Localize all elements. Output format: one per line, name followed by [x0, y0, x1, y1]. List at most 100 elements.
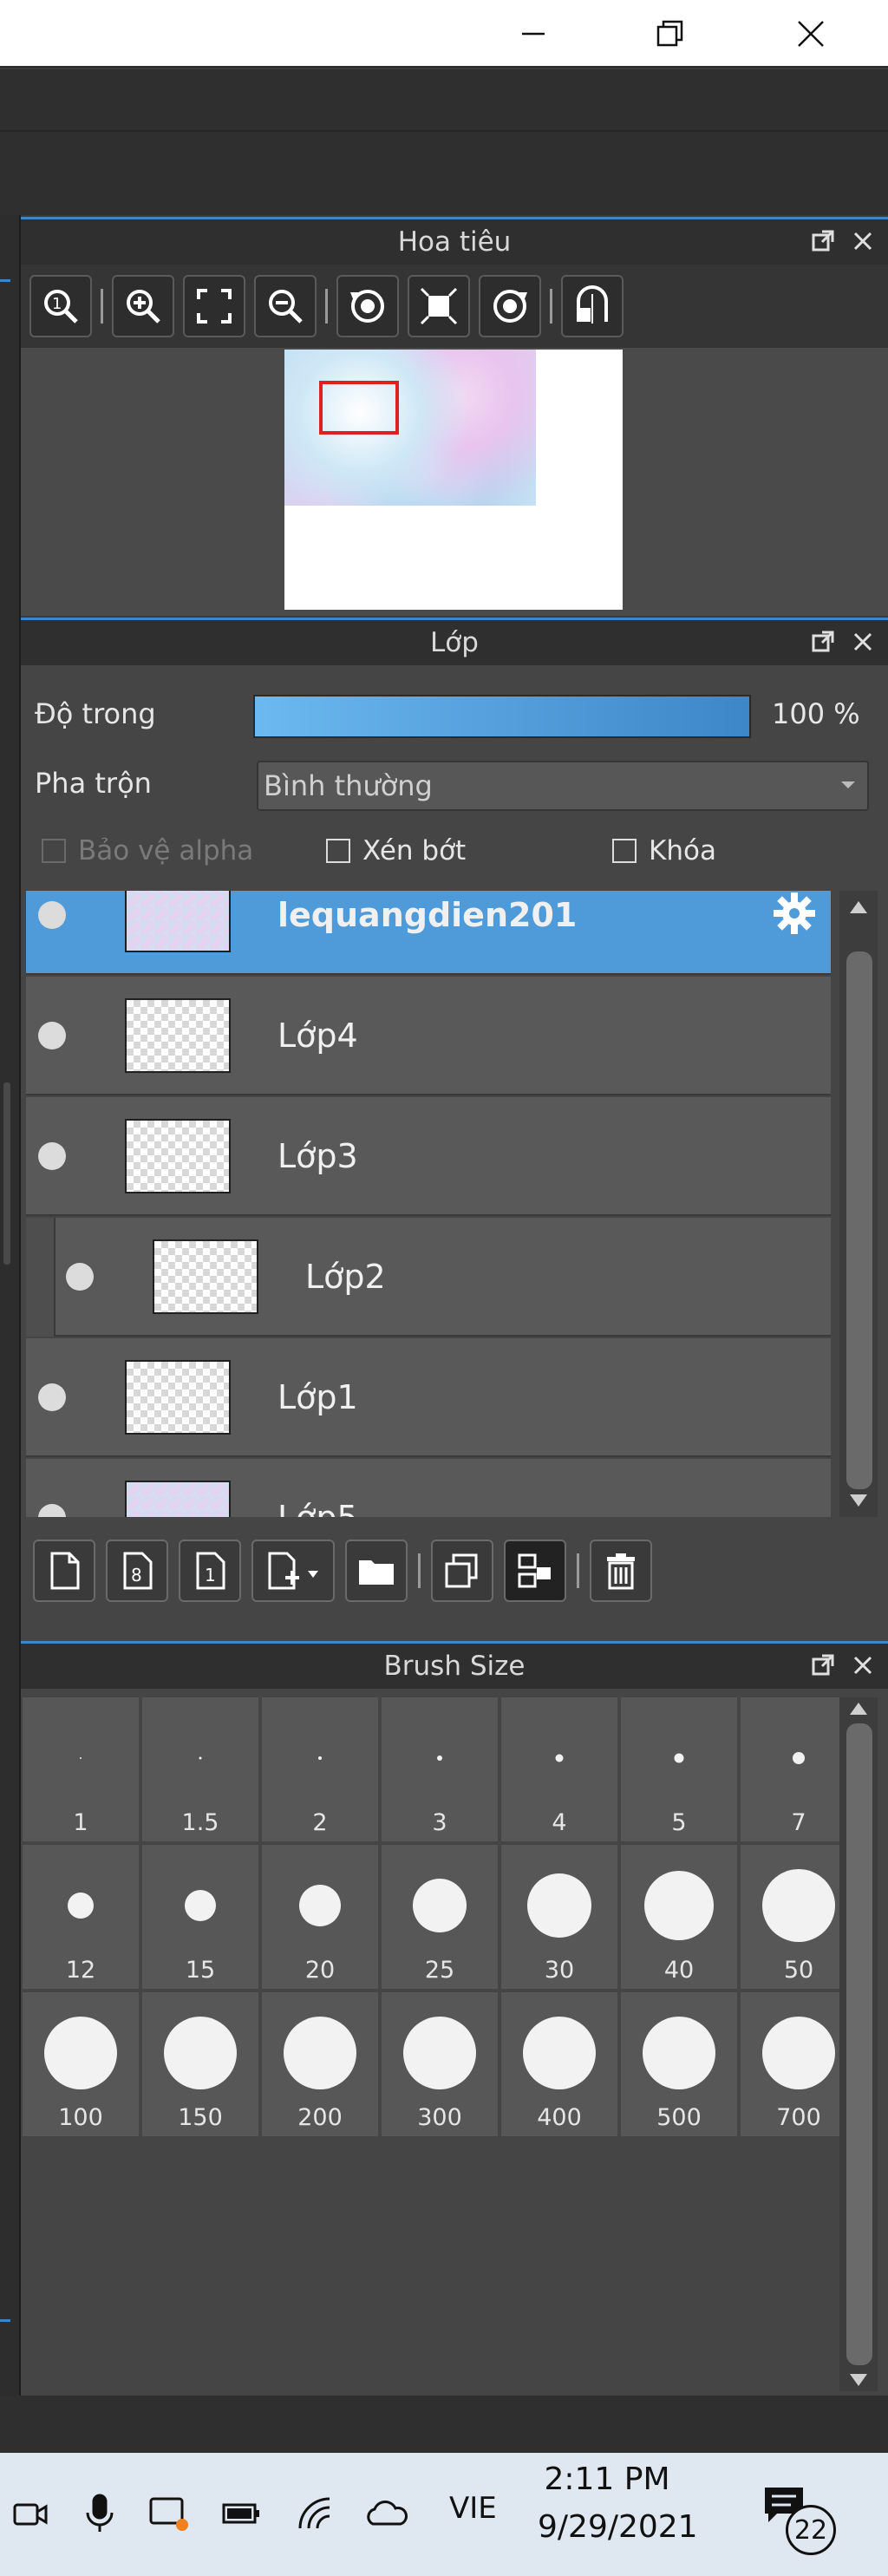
clipping-checkbox[interactable]: Xén bớt: [326, 835, 466, 866]
brush-size-cell[interactable]: 20: [262, 1845, 378, 1989]
layers-panel: Lớp Độ trong 100 % Pha trộn Bình thường …: [21, 618, 888, 1641]
zoom-out-button[interactable]: [254, 275, 317, 337]
brush-size-cell[interactable]: 200: [262, 1992, 378, 2136]
visibility-icon[interactable]: [38, 1503, 66, 1517]
navigator-header: Hoa tiêu: [21, 219, 888, 265]
layer-item[interactable]: Lớp4: [26, 977, 831, 1095]
brush-size-cell[interactable]: 2: [262, 1697, 378, 1841]
close-panel-icon[interactable]: [850, 228, 876, 254]
delete-layer-button[interactable]: [590, 1540, 652, 1602]
fit-screen-button[interactable]: [183, 275, 245, 337]
brush-size-cell[interactable]: 12: [23, 1845, 139, 1989]
brush-size-cell[interactable]: 15: [142, 1845, 258, 1989]
brush-size-cell[interactable]: 300: [382, 1992, 498, 2136]
brush-size-cell[interactable]: 400: [501, 1992, 617, 2136]
duplicate-layer-button[interactable]: [431, 1540, 493, 1602]
brush-size-label: 4: [552, 1809, 567, 1836]
visibility-icon[interactable]: [38, 900, 66, 929]
navigator-view[interactable]: [21, 348, 888, 616]
lock-checkbox[interactable]: Khóa: [612, 835, 716, 866]
input-language[interactable]: VIE: [449, 2491, 497, 2526]
onedrive-button[interactable]: [362, 2488, 409, 2540]
visibility-icon[interactable]: [38, 1021, 66, 1049]
brush-size-cell[interactable]: 150: [142, 1992, 258, 2136]
microphone-button[interactable]: [76, 2488, 123, 2540]
brush-size-cell[interactable]: 5: [621, 1697, 737, 1841]
brush-size-cell[interactable]: 4: [501, 1697, 617, 1841]
close-window-button[interactable]: [774, 0, 848, 68]
viewport-rectangle[interactable]: [319, 381, 399, 435]
popout-icon[interactable]: [810, 228, 836, 254]
clock[interactable]: 2:11 PM 9/29/2021: [538, 2462, 698, 2545]
wifi-button[interactable]: [293, 2488, 340, 2540]
scrollbar-thumb[interactable]: [846, 1723, 872, 2365]
battery-button[interactable]: [219, 2488, 265, 2540]
visibility-icon[interactable]: [38, 1383, 66, 1411]
checkbox-box: [326, 839, 350, 863]
rotate-right-button[interactable]: [479, 275, 541, 337]
layer-item[interactable]: Lớp3: [26, 1097, 831, 1216]
protect-alpha-checkbox[interactable]: Bảo vệ alpha: [42, 835, 253, 866]
brush-size-cell[interactable]: 1: [23, 1697, 139, 1841]
visibility-icon[interactable]: [66, 1262, 94, 1291]
scroll-down-icon[interactable]: [850, 1494, 867, 1507]
scrollbar-thumb[interactable]: [846, 951, 872, 1489]
brush-dot-icon: [299, 1885, 341, 1926]
brush-size-cell[interactable]: 3: [382, 1697, 498, 1841]
new-folder-button[interactable]: [345, 1540, 408, 1602]
popout-icon[interactable]: [810, 1652, 836, 1678]
layer-list: lequangdien201 Lớp4 Lớp3 Lớp2 Lớp1: [26, 891, 841, 1517]
brush-size-cell[interactable]: 1.5: [142, 1697, 258, 1841]
screen-share-button[interactable]: [146, 2488, 193, 2540]
scroll-up-icon[interactable]: [850, 1703, 867, 1715]
popout-icon[interactable]: [810, 629, 836, 655]
zoom-in-button[interactable]: [112, 275, 174, 337]
layer-item-selected[interactable]: lequangdien201: [26, 891, 831, 975]
blend-mode-select[interactable]: Bình thường: [257, 761, 869, 811]
zoom-actual-button[interactable]: 1: [29, 275, 92, 337]
svg-text:8: 8: [131, 1565, 142, 1585]
checkbox-box: [612, 839, 637, 863]
status-area: [0, 2396, 888, 2453]
layers-header: Lớp: [21, 620, 888, 665]
restore-icon: [656, 20, 683, 47]
meet-now-button[interactable]: [7, 2488, 54, 2540]
rotate-left-button[interactable]: [336, 275, 399, 337]
flip-horizontal-button[interactable]: [561, 275, 624, 337]
opacity-slider[interactable]: [253, 695, 751, 738]
brush-size-cell[interactable]: 40: [621, 1845, 737, 1989]
restore-button[interactable]: [633, 0, 708, 68]
layer-item-clipped[interactable]: Lớp2: [26, 1218, 831, 1337]
canvas-thumbnail: [284, 350, 536, 506]
brush-scrollbar[interactable]: [839, 1697, 878, 2391]
brush-size-cell[interactable]: 100: [23, 1992, 139, 2136]
layer-item[interactable]: Lớp5: [26, 1459, 831, 1517]
layer-name: Lớp4: [278, 1016, 358, 1055]
visibility-icon[interactable]: [38, 1141, 66, 1170]
new-layer-button[interactable]: [33, 1540, 95, 1602]
cloud-icon: [367, 2500, 408, 2526]
brush-size-cell[interactable]: 30: [501, 1845, 617, 1989]
svg-text:1: 1: [52, 295, 62, 313]
separator: [101, 289, 103, 324]
duplicate-icon: [445, 1553, 478, 1588]
fit-window-button[interactable]: [408, 275, 470, 337]
new-1bit-layer-button[interactable]: 1: [179, 1540, 241, 1602]
gear-icon[interactable]: [770, 891, 819, 941]
layer-scrollbar[interactable]: [839, 891, 878, 1517]
close-panel-icon[interactable]: [850, 629, 876, 655]
canvas-preview[interactable]: [284, 350, 623, 610]
notification-center-button[interactable]: 22: [760, 2481, 838, 2559]
scroll-up-icon[interactable]: [850, 901, 867, 913]
new-8bit-layer-button[interactable]: 8: [106, 1540, 168, 1602]
add-layer-menu-button[interactable]: [251, 1540, 335, 1602]
merge-down-button[interactable]: [504, 1540, 566, 1602]
wifi-icon: [298, 2497, 330, 2529]
minimize-button[interactable]: [496, 0, 571, 68]
brush-size-cell[interactable]: 500: [621, 1992, 737, 2136]
close-panel-icon[interactable]: [850, 1652, 876, 1678]
canvas-scrollbar-thumb[interactable]: [3, 1082, 10, 1265]
brush-size-cell[interactable]: 25: [382, 1845, 498, 1989]
scroll-down-icon[interactable]: [850, 2374, 867, 2386]
layer-item[interactable]: Lớp1: [26, 1338, 831, 1457]
